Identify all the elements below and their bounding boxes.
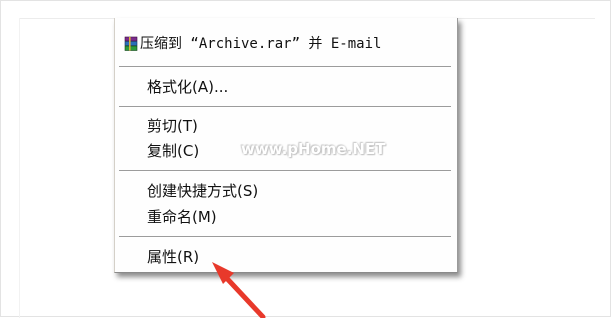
menu-item-create-shortcut[interactable]: 创建快捷方式(S) bbox=[115, 178, 455, 204]
menu-item-label: 重命名(M) bbox=[147, 208, 217, 226]
menu-item-rename[interactable]: 重命名(M) bbox=[115, 204, 455, 230]
menu-item-label: 复制(C) bbox=[147, 142, 200, 160]
winrar-books-icon bbox=[124, 36, 138, 51]
menu-separator bbox=[119, 66, 451, 68]
menu-separator bbox=[119, 106, 451, 108]
screenshot-frame: 压缩到 “Archive.rar” 并 E-mail 格式化(A)... 剪切(… bbox=[0, 0, 611, 318]
menu-item-format[interactable]: 格式化(A)... bbox=[115, 74, 455, 100]
menu-item-label: 属性(R) bbox=[147, 248, 200, 266]
menu-item-label: 剪切(T) bbox=[147, 117, 198, 135]
watermark-text: www.pHome.NET bbox=[241, 140, 386, 158]
menu-item-label: 压缩到 “Archive.rar” 并 E-mail bbox=[140, 36, 382, 52]
menu-item-label: 创建快捷方式(S) bbox=[147, 182, 259, 200]
menu-item-cut[interactable]: 剪切(T) bbox=[115, 113, 455, 139]
menu-item-properties[interactable]: 属性(R) bbox=[115, 244, 455, 270]
menu-separator bbox=[119, 236, 451, 238]
menu-separator bbox=[119, 170, 451, 172]
window-edge-line bbox=[19, 18, 20, 318]
menu-item-compress-email[interactable]: 压缩到 “Archive.rar” 并 E-mail bbox=[115, 31, 455, 57]
menu-item-label: 格式化(A)... bbox=[147, 78, 229, 96]
